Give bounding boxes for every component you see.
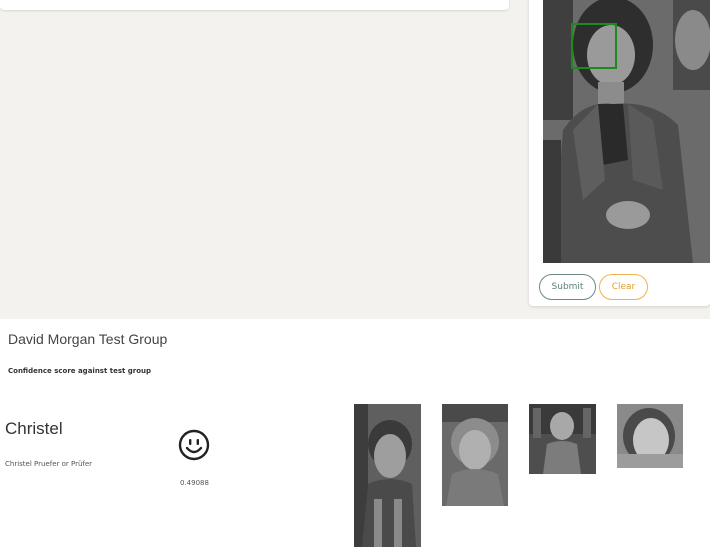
- smiley-face-icon: [178, 429, 210, 461]
- upload-card: [0, 0, 509, 10]
- submit-button[interactable]: Submit: [539, 274, 596, 300]
- reference-photo-3: [529, 404, 596, 474]
- upload-area: Submit Clear: [0, 0, 710, 319]
- photo-card: Submit Clear: [529, 0, 710, 306]
- reference-photo-2: [442, 404, 508, 506]
- clear-button[interactable]: Clear: [599, 274, 648, 300]
- confidence-subtitle: Confidence score against test group: [8, 367, 152, 375]
- uploaded-photo: [543, 0, 710, 263]
- match-name: Christel: [5, 419, 63, 438]
- reference-photo-4: [617, 404, 683, 468]
- reference-photo-1: [354, 404, 421, 547]
- group-title: David Morgan Test Group: [8, 331, 168, 347]
- match-alias: Christel Pruefer or Prüfer: [5, 460, 93, 468]
- face-detection-box[interactable]: [571, 23, 617, 69]
- confidence-score: 0.49088: [180, 479, 209, 487]
